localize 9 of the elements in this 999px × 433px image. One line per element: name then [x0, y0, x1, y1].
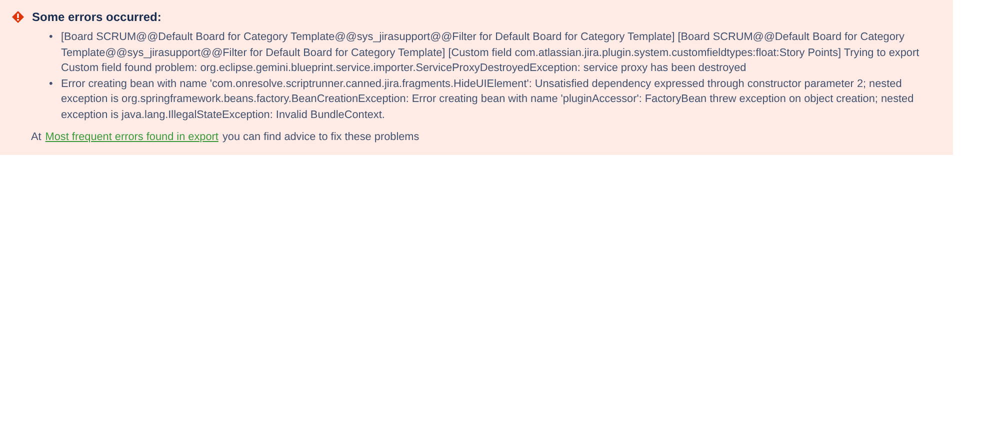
bullet: • — [49, 76, 54, 92]
error-title: Some errors occurred: — [32, 10, 162, 24]
error-message: Error creating bean with name 'com.onresolve.scriptrunner.canned.jira.fragments.HideUIElement': Unsatisfied dependency expressed through constructor parameter 2; nested exception is org.springframework.beans.factory.BeanCreationException: Error creating bean with name 'pluginAccessor': FactoryBean threw exception on object creation; nested exception is java.lang.IllegalStateException: Invalid BundleContext. — [61, 76, 915, 122]
error-icon — [12, 11, 24, 23]
bullet: • — [49, 30, 54, 45]
advice-text: At — [31, 131, 42, 143]
advice-text: you can find advice to fix these problems — [222, 131, 420, 143]
errors-link[interactable]: Most frequent errors found in export — [45, 131, 218, 143]
error-message: [Board SCRUM@@Default Board for Category Template@@sys_jirasupport@@Filter for Default Board for Category Template] [Board SCRUM@@Default Board for Category Template@@sys_jirasupport@@Filter for Default Board for Category Template] [Custom field com.atlassian.jira.plugin.system.customfieldtypes:float:Story Points] Trying to export Custom field found problem: org.eclipse.gemini.blueprint.service.importer.ServiceProxyDestroyedException: service proxy has been destroyed — [61, 30, 920, 76]
